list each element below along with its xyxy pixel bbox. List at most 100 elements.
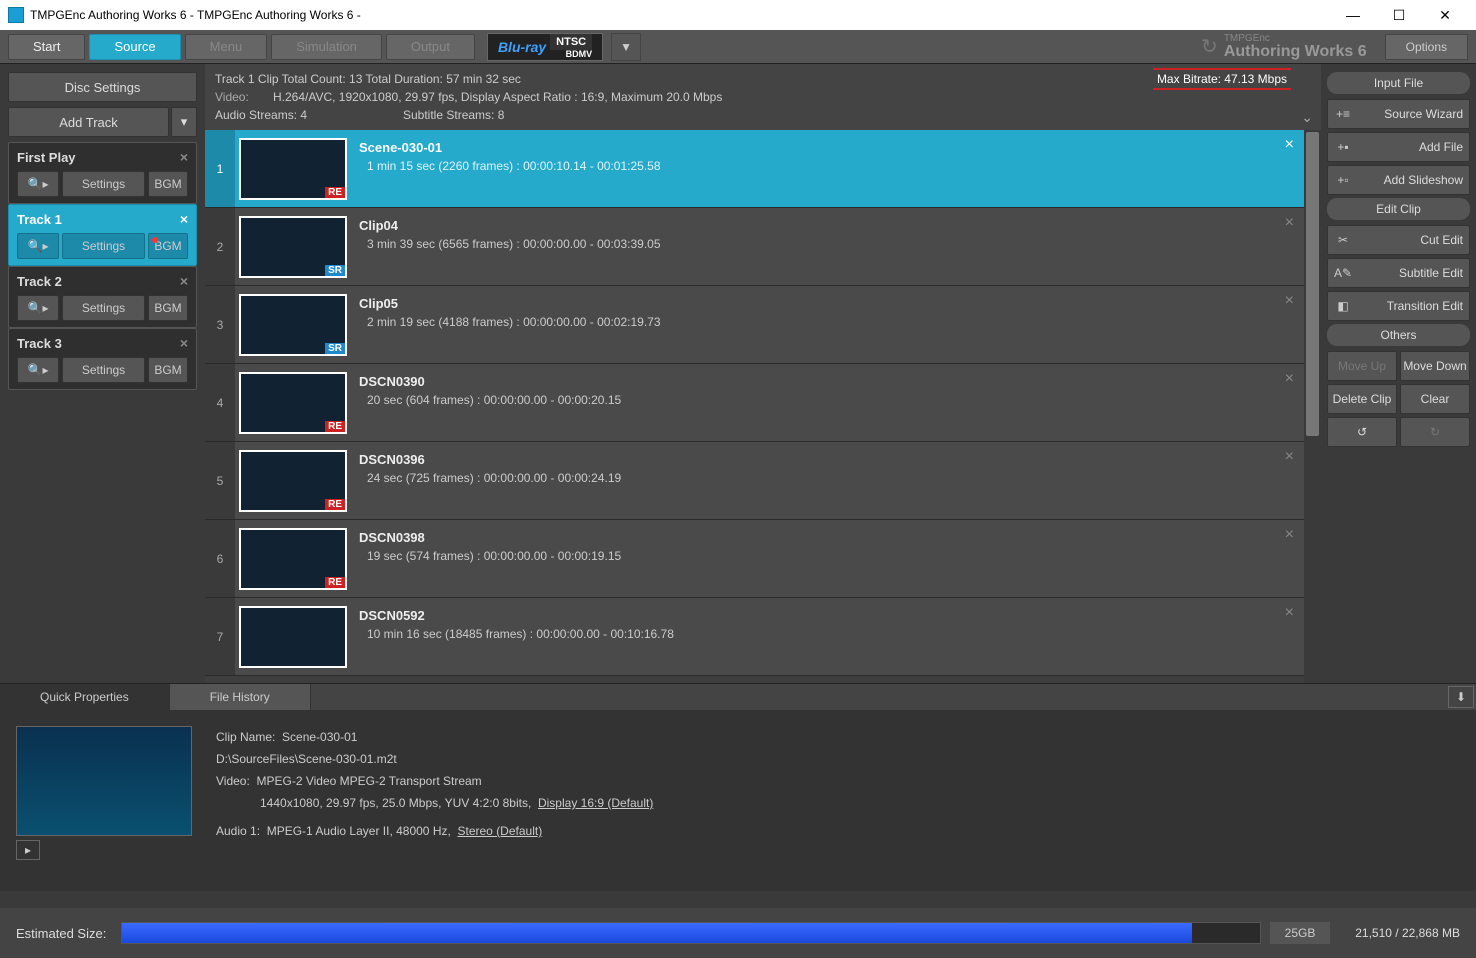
undo-button[interactable]: ↺	[1327, 417, 1397, 447]
cut-edit-button[interactable]: ✂Cut Edit	[1327, 225, 1470, 255]
window-title: TMPGEnc Authoring Works 6 - TMPGEnc Auth…	[30, 8, 361, 22]
clip-row[interactable]: 2 SR Clip04 3 min 39 sec (6565 frames) :…	[205, 208, 1304, 286]
close-button[interactable]: ✕	[1422, 0, 1468, 30]
clip-index: 2	[205, 208, 235, 285]
preview-thumbnail	[16, 726, 192, 836]
clip-badge: SR	[325, 343, 345, 354]
clip-thumbnail: RE	[239, 372, 347, 434]
clip-duration: 1 min 15 sec (2260 frames) : 00:00:10.14…	[359, 159, 1296, 173]
track-box-0[interactable]: First Play × 🔍▸ Settings BGM	[8, 142, 197, 204]
track-close-icon[interactable]: ×	[180, 335, 188, 351]
nav-output[interactable]: Output	[386, 34, 475, 60]
source-wizard-button[interactable]: +≡Source Wizard	[1327, 99, 1470, 129]
collapse-properties-icon[interactable]: ⬇	[1448, 686, 1474, 708]
clip-name: DSCN0398	[359, 530, 1296, 545]
video-info: H.264/AVC, 1920x1080, 29.97 fps, Display…	[273, 88, 722, 106]
clip-remove-icon[interactable]: ×	[1285, 448, 1294, 466]
wizard-icon: +≡	[1334, 105, 1352, 123]
track-settings-button[interactable]: Settings	[62, 233, 145, 259]
clip-remove-icon[interactable]: ×	[1285, 136, 1294, 154]
brand-logo-icon: ↻	[1201, 34, 1218, 59]
nav-start[interactable]: Start	[8, 34, 85, 60]
disc-settings-button[interactable]: Disc Settings	[8, 72, 197, 102]
track-search-button[interactable]: 🔍▸	[17, 233, 59, 259]
redo-button[interactable]: ↻	[1400, 417, 1470, 447]
track-search-button[interactable]: 🔍▸	[17, 357, 59, 383]
disc-capacity-selector[interactable]: 25GB	[1270, 922, 1330, 944]
tab-quick-properties[interactable]: Quick Properties	[0, 684, 170, 710]
clip-row[interactable]: 6 RE DSCN0398 19 sec (574 frames) : 00:0…	[205, 520, 1304, 598]
add-file-button[interactable]: +▪Add File	[1327, 132, 1470, 162]
add-slideshow-icon: +▫	[1334, 171, 1352, 189]
preview-play-button[interactable]: ▸	[16, 840, 40, 860]
clip-row[interactable]: 3 SR Clip05 2 min 19 sec (4188 frames) :…	[205, 286, 1304, 364]
delete-clip-button[interactable]: Delete Clip	[1327, 384, 1397, 414]
maximize-button[interactable]: ☐	[1376, 0, 1422, 30]
video-label: Video:	[215, 88, 265, 106]
track-box-1[interactable]: Track 1 × 🔍▸ Settings BGM	[8, 204, 197, 266]
properties-hscroll[interactable]	[0, 891, 1476, 908]
add-slideshow-button[interactable]: +▫Add Slideshow	[1327, 165, 1470, 195]
clip-remove-icon[interactable]: ×	[1285, 526, 1294, 544]
track-close-icon[interactable]: ×	[180, 149, 188, 165]
disc-format-dropdown[interactable]: ▼	[611, 33, 641, 61]
clip-row[interactable]: 4 RE DSCN0390 20 sec (604 frames) : 00:0…	[205, 364, 1304, 442]
expand-header-icon[interactable]: ⌄	[1301, 108, 1313, 126]
minimize-button[interactable]: —	[1330, 0, 1376, 30]
clip-index: 1	[205, 130, 235, 207]
clip-thumbnail: RE	[239, 138, 347, 200]
track-search-button[interactable]: 🔍▸	[17, 171, 59, 197]
options-button[interactable]: Options	[1385, 34, 1468, 60]
track-settings-button[interactable]: Settings	[62, 357, 145, 383]
clip-remove-icon[interactable]: ×	[1285, 292, 1294, 310]
subtitle-edit-button[interactable]: A✎Subtitle Edit	[1327, 258, 1470, 288]
clip-badge: SR	[325, 265, 345, 276]
clip-duration: 20 sec (604 frames) : 00:00:00.00 - 00:0…	[359, 393, 1296, 407]
add-track-dropdown[interactable]: ▾	[171, 107, 197, 137]
clip-row[interactable]: 7 DSCN0592 10 min 16 sec (18485 frames) …	[205, 598, 1304, 676]
nav-simulation[interactable]: Simulation	[271, 34, 382, 60]
track-settings-button[interactable]: Settings	[62, 171, 145, 197]
track-box-3[interactable]: Track 3 × 🔍▸ Settings BGM	[8, 328, 197, 390]
size-text: 21,510 / 22,868 MB	[1340, 926, 1460, 940]
clip-row[interactable]: 1 RE Scene-030-01 1 min 15 sec (2260 fra…	[205, 130, 1304, 208]
track-bgm-button[interactable]: BGM	[148, 233, 188, 259]
transition-edit-button[interactable]: ◧Transition Edit	[1327, 291, 1470, 321]
nav-source[interactable]: Source	[89, 34, 180, 60]
titlebar: TMPGEnc Authoring Works 6 - TMPGEnc Auth…	[0, 0, 1476, 30]
clip-name: DSCN0390	[359, 374, 1296, 389]
center-panel: Track 1 Clip Total Count: 13 Total Durat…	[205, 64, 1321, 683]
track-bgm-button[interactable]: BGM	[148, 171, 188, 197]
track-close-icon[interactable]: ×	[180, 273, 188, 289]
add-track-button[interactable]: Add Track	[8, 107, 169, 137]
clip-remove-icon[interactable]: ×	[1285, 604, 1294, 622]
clip-badge: RE	[325, 577, 345, 588]
track-name: Track 2	[17, 274, 62, 289]
track-bgm-button[interactable]: BGM	[148, 295, 188, 321]
clip-remove-icon[interactable]: ×	[1285, 370, 1294, 388]
disc-format-selector[interactable]: Blu-ray NTSC BDMV	[487, 33, 603, 61]
nav-menu[interactable]: Menu	[185, 34, 268, 60]
track-name: First Play	[17, 150, 76, 165]
clear-button[interactable]: Clear	[1400, 384, 1470, 414]
clip-row[interactable]: 5 RE DSCN0396 24 sec (725 frames) : 00:0…	[205, 442, 1304, 520]
audio-mode-link[interactable]: Stereo (Default)	[458, 824, 543, 838]
track-bgm-button[interactable]: BGM	[148, 357, 188, 383]
track-settings-button[interactable]: Settings	[62, 295, 145, 321]
right-panel: Input File +≡Source Wizard +▪Add File +▫…	[1321, 64, 1476, 683]
scissors-icon: ✂	[1334, 231, 1352, 249]
clip-remove-icon[interactable]: ×	[1285, 214, 1294, 232]
move-up-button[interactable]: Move Up	[1327, 351, 1397, 381]
track-close-icon[interactable]: ×	[180, 211, 188, 227]
clip-duration: 19 sec (574 frames) : 00:00:00.00 - 00:0…	[359, 549, 1296, 563]
track-box-2[interactable]: Track 2 × 🔍▸ Settings BGM	[8, 266, 197, 328]
tab-file-history[interactable]: File History	[170, 684, 311, 710]
clip-index: 4	[205, 364, 235, 441]
clip-list[interactable]: 1 RE Scene-030-01 1 min 15 sec (2260 fra…	[205, 130, 1304, 683]
move-down-button[interactable]: Move Down	[1400, 351, 1470, 381]
brand-area: ↻ TMPGEnc Authoring Works 6	[645, 34, 1375, 60]
track-search-button[interactable]: 🔍▸	[17, 295, 59, 321]
display-aspect-link[interactable]: Display 16:9 (Default)	[538, 796, 653, 810]
clip-list-scrollbar[interactable]	[1304, 130, 1321, 683]
right-header-others: Others	[1327, 324, 1470, 346]
